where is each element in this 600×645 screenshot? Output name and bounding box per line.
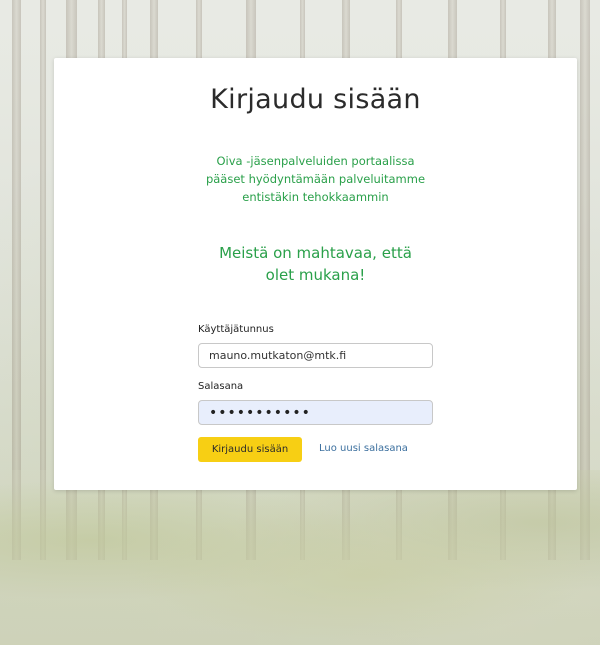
intro-line: pääset hyödyntämään palveluitamme [205, 172, 426, 186]
password-label: Salasana [198, 381, 244, 392]
reset-password-link[interactable]: Luo uusi salasana [319, 443, 408, 454]
intro-line: entistäkin tehokkaammin [242, 190, 389, 204]
page-title: Kirjaudu sisään [210, 84, 421, 115]
intro-text: Oiva -jäsenpalveluiden portaalissa pääse… [154, 152, 477, 206]
forest-floor [0, 470, 600, 645]
slogan-line: olet mukana! [265, 266, 366, 284]
username-label: Käyttäjätunnus [198, 324, 274, 335]
slogan-text: Meistä on mahtavaa, että olet mukana! [174, 242, 457, 286]
login-card: Kirjaudu sisään Oiva -jäsenpalveluiden p… [54, 58, 577, 490]
intro-line: Oiva -jäsenpalveluiden portaalissa [216, 154, 415, 168]
password-input[interactable] [198, 400, 433, 425]
slogan-line: Meistä on mahtavaa, että [219, 244, 412, 262]
login-button[interactable]: Kirjaudu sisään [198, 437, 302, 462]
username-input[interactable] [198, 343, 433, 368]
